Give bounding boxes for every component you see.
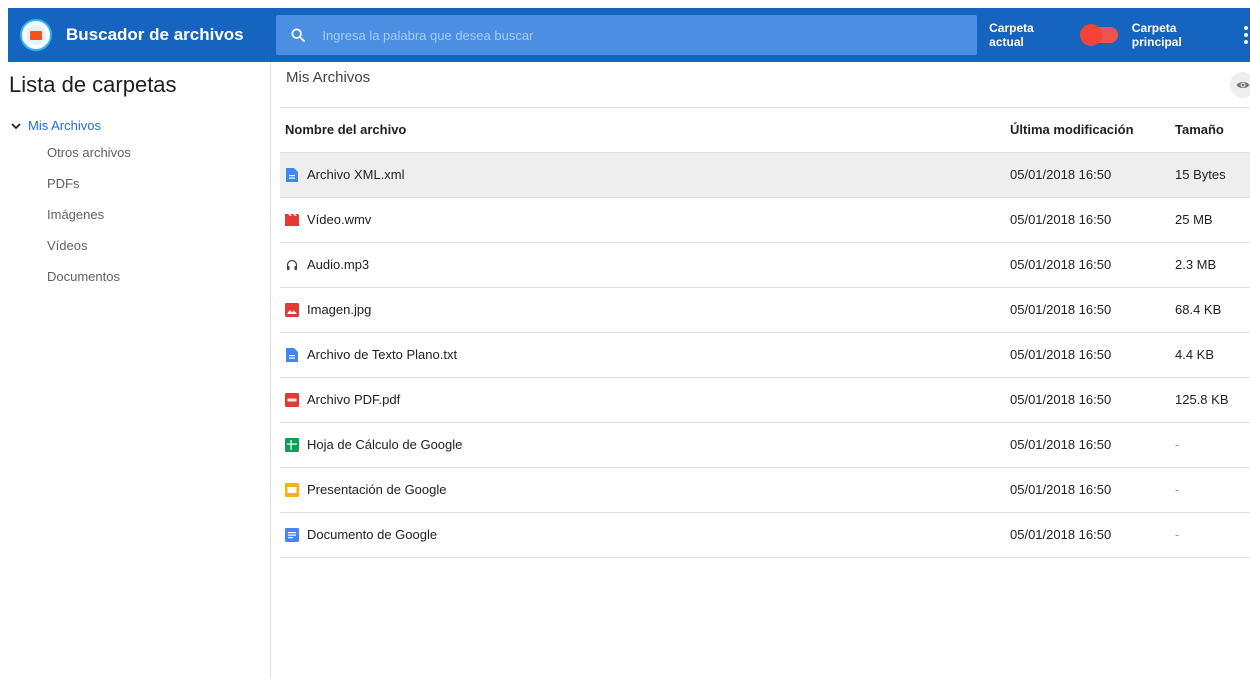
google-docs-icon [285,527,299,542]
google-sheets-icon [285,437,299,452]
tree-item-pdfs[interactable]: PDFs [47,168,270,199]
file-name[interactable]: Archivo XML.xml [307,167,405,182]
file-name[interactable]: Audio.mp3 [307,257,369,272]
google-slides-icon [285,482,299,497]
file-name[interactable]: Vídeo.wmv [307,212,371,227]
search-input[interactable] [322,27,943,43]
file-size: 2.3 MB [1175,242,1250,288]
scope-toggle-group: Carpeta actual Carpeta principal [989,21,1250,49]
headphones-icon [285,258,299,272]
image-file-icon [285,302,299,317]
doc-file-icon [285,347,299,362]
table-header-row: Nombre del archivo Última modificación T… [280,108,1250,153]
folder-sidebar: Lista de carpetas Mis Archivos Otros arc… [8,62,271,679]
scope-toggle[interactable] [1080,24,1118,46]
column-header-modified[interactable]: Última modificación [1010,108,1175,153]
tree-root-label[interactable]: Mis Archivos [28,118,101,133]
table-row[interactable]: Hoja de Cálculo de Google 05/01/2018 16:… [280,422,1250,468]
video-file-icon [285,213,299,227]
eye-icon[interactable] [1230,72,1250,98]
search-bar[interactable] [276,15,978,55]
column-header-size[interactable]: Tamaño [1175,108,1250,153]
tree-item-imagenes[interactable]: Imágenes [47,199,270,230]
file-size: - [1175,467,1250,513]
more-vert-icon[interactable] [1242,23,1250,47]
table-row[interactable]: Archivo XML.xml 05/01/2018 16:50 15 Byte… [280,152,1250,198]
table-row[interactable]: Documento de Google 05/01/2018 16:50 - [280,512,1250,558]
file-size: 15 Bytes [1175,152,1250,198]
file-modified: 05/01/2018 16:50 [1010,242,1175,288]
sidebar-title: Lista de carpetas [9,72,177,97]
file-name[interactable]: Archivo PDF.pdf [307,392,400,407]
file-name[interactable]: Imagen.jpg [307,302,371,317]
app-header: Buscador de archivos Carpeta actual Carp… [8,8,1250,62]
file-size: - [1175,422,1250,468]
pdf-file-icon [285,392,299,407]
file-modified: 05/01/2018 16:50 [1010,152,1175,198]
toggle-right-label: Carpeta principal [1131,21,1182,49]
file-modified: 05/01/2018 16:50 [1010,512,1175,558]
table-row[interactable]: Archivo PDF.pdf 05/01/2018 16:50 125.8 K… [280,377,1250,423]
file-modified: 05/01/2018 16:50 [1010,197,1175,243]
table-row[interactable]: Presentación de Google 05/01/2018 16:50 … [280,467,1250,513]
tree-item-mis-archivos[interactable]: Mis Archivos [8,118,270,133]
file-name[interactable]: Hoja de Cálculo de Google [307,437,462,452]
tree-children: Otros archivos PDFs Imágenes Vídeos Docu… [8,137,270,292]
panel-header: Mis Archivos [280,62,1250,108]
table-row[interactable]: Archivo de Texto Plano.txt 05/01/2018 16… [280,332,1250,378]
file-modified: 05/01/2018 16:50 [1010,422,1175,468]
tree-item-documentos[interactable]: Documentos [47,261,270,292]
file-name[interactable]: Documento de Google [307,527,437,542]
column-header-name[interactable]: Nombre del archivo [280,108,1010,153]
chevron-down-icon[interactable] [10,120,22,132]
toggle-left-label: Carpeta actual [989,21,1034,49]
table-row[interactable]: Imagen.jpg 05/01/2018 16:50 68.4 KB [280,287,1250,333]
file-modified: 05/01/2018 16:50 [1010,377,1175,423]
file-name[interactable]: Archivo de Texto Plano.txt [307,347,457,362]
file-size: 125.8 KB [1175,377,1250,423]
toggle-knob[interactable] [1080,24,1103,46]
app-title: Buscador de archivos [66,25,244,44]
tree-item-otros-archivos[interactable]: Otros archivos [47,137,270,168]
file-size: 25 MB [1175,197,1250,243]
file-name[interactable]: Presentación de Google [307,482,446,497]
file-modified: 05/01/2018 16:50 [1010,287,1175,333]
search-icon[interactable] [290,27,306,43]
brand: Buscador de archivos [8,8,267,62]
file-list-panel: Mis Archivos Nombre del archivo Última m… [280,62,1250,679]
file-size: - [1175,512,1250,558]
file-table: Nombre del archivo Última modificación T… [280,108,1250,558]
table-row[interactable]: Audio.mp3 05/01/2018 16:50 2.3 MB [280,242,1250,288]
file-size: 4.4 KB [1175,332,1250,378]
file-modified: 05/01/2018 16:50 [1010,467,1175,513]
tree-item-videos[interactable]: Vídeos [47,230,270,261]
folder-search-logo-icon [20,19,52,51]
table-row[interactable]: Vídeo.wmv 05/01/2018 16:50 25 MB [280,197,1250,243]
doc-file-icon [285,167,299,182]
panel-title: Mis Archivos [286,69,371,86]
file-modified: 05/01/2018 16:50 [1010,332,1175,378]
file-size: 68.4 KB [1175,287,1250,333]
